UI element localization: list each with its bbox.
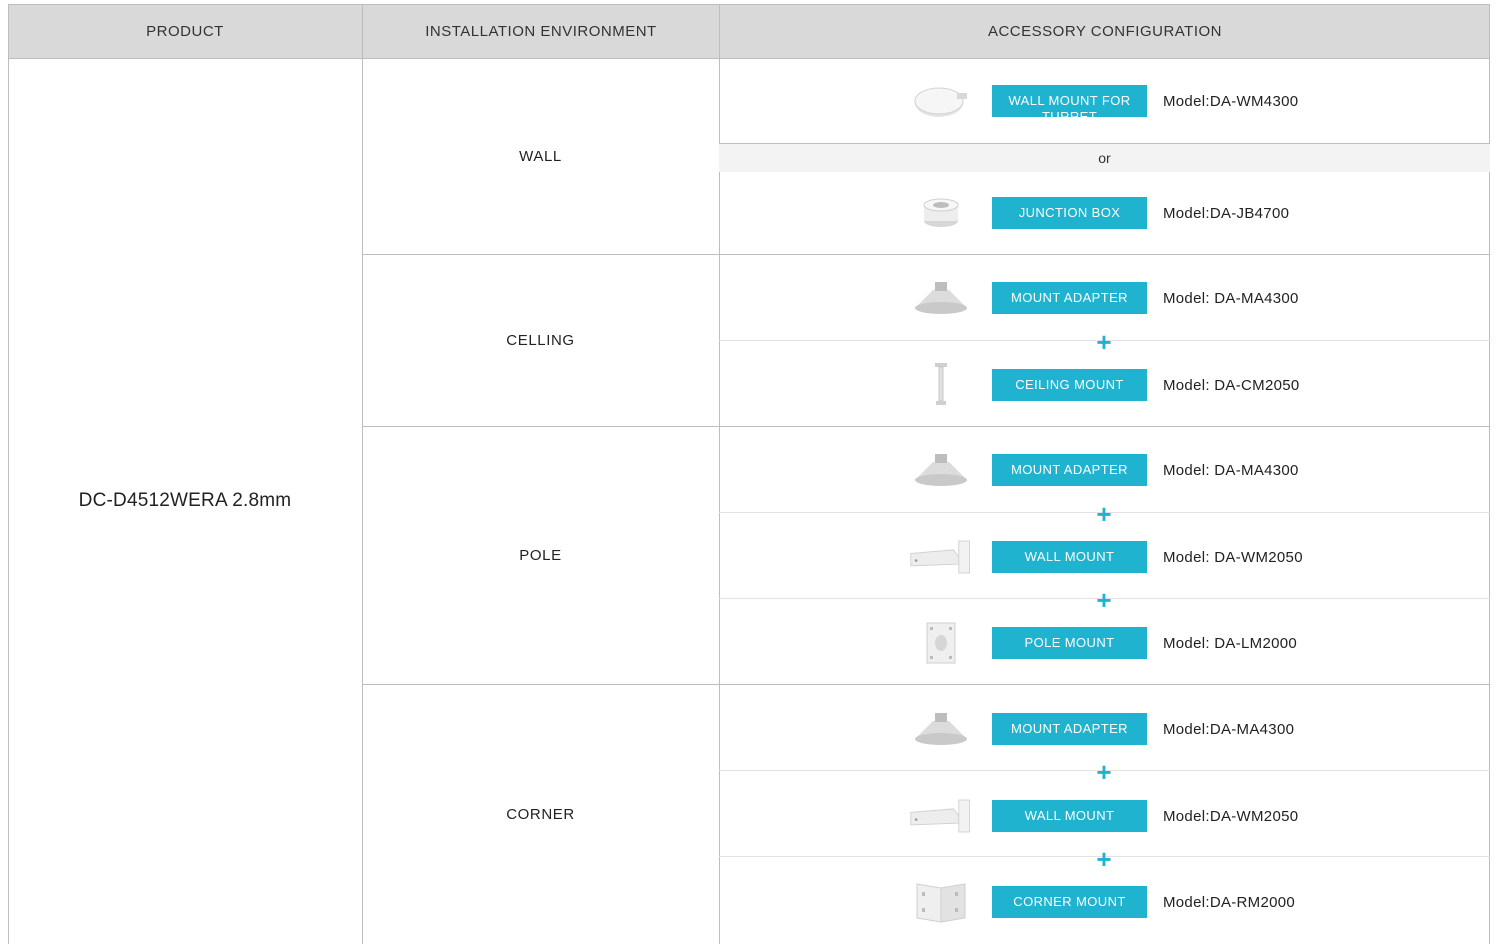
accessory-row: CORNER MOUNT Model:DA-RM2000 [719, 882, 1490, 923]
accessory-row: MOUNT ADAPTER Model:DA-MA4300 [719, 709, 1490, 749]
junction-box-icon [909, 193, 973, 233]
junction-box-button[interactable]: JUNCTION BOX [992, 197, 1147, 229]
ceiling-pole-icon [909, 363, 973, 405]
model-number: Model: DA-LM2000 [1163, 634, 1298, 652]
header-environment: INSTALLATION ENVIRONMENT [363, 4, 719, 58]
wall-bracket-icon [909, 796, 973, 836]
plus-icon: + [1096, 844, 1112, 874]
env-pole: POLE [519, 547, 562, 564]
accessory-row: WALL MOUNT Model: DA-WM2050 [719, 537, 1490, 577]
plus-icon: + [1096, 499, 1112, 529]
wall-bracket-icon [909, 537, 973, 577]
accessory-row: MOUNT ADAPTER Model: DA-MA4300 [719, 450, 1490, 490]
pole-plate-icon [909, 622, 973, 664]
mount-adapter-icon [909, 709, 973, 749]
model-number: Model: DA-WM2050 [1163, 548, 1303, 566]
table-border-top [8, 4, 1490, 5]
mount-adapter-icon [909, 278, 973, 318]
model-number: Model:DA-MA4300 [1163, 720, 1295, 738]
ceiling-mount-button[interactable]: CEILING MOUNT [992, 369, 1147, 401]
accessory-row: POLE MOUNT Model: DA-LM2000 [719, 622, 1490, 664]
model-number: Model: DA-MA4300 [1163, 461, 1299, 479]
wall-mount-button[interactable]: WALL MOUNT [992, 541, 1147, 573]
mount-adapter-button[interactable]: MOUNT ADAPTER [992, 713, 1147, 745]
header-accessory: ACCESSORY CONFIGURATION [720, 4, 1490, 58]
model-number: Model: DA-MA4300 [1163, 289, 1299, 307]
plus-icon: + [1096, 327, 1112, 357]
accessory-row: MOUNT ADAPTER Model: DA-MA4300 [719, 278, 1490, 318]
corner-plate-icon [909, 882, 973, 923]
model-number: Model:DA-RM2000 [1163, 893, 1296, 911]
wall-mount-turret-button[interactable]: WALL MOUNT FOR TURRET [992, 85, 1147, 117]
product-name: DC-D4512WERA 2.8mm [78, 490, 292, 511]
mount-adapter-icon [909, 450, 973, 490]
model-number: Model: DA-CM2050 [1163, 376, 1300, 394]
plus-icon: + [1096, 585, 1112, 615]
accessory-table: PRODUCT INSTALLATION ENVIRONMENT ACCESSO… [8, 4, 1490, 944]
mount-adapter-button[interactable]: MOUNT ADAPTER [992, 454, 1147, 486]
mount-adapter-button[interactable]: MOUNT ADAPTER [992, 282, 1147, 314]
corner-mount-button[interactable]: CORNER MOUNT [992, 886, 1147, 918]
accessory-row: JUNCTION BOX Model:DA-JB4700 [719, 193, 1490, 233]
accessory-row: WALL MOUNT Model:DA-WM2050 [719, 796, 1490, 836]
env-wall: WALL [519, 148, 562, 165]
round-plate-icon [909, 81, 973, 121]
accessory-row: WALL MOUNT FOR TURRET Model:DA-WM4300 [719, 81, 1490, 121]
plus-icon: + [1096, 757, 1112, 787]
or-separator: or [719, 144, 1490, 172]
model-number: Model:DA-WM2050 [1163, 807, 1299, 825]
wall-mount-button[interactable]: WALL MOUNT [992, 800, 1147, 832]
env-ceiling: CELLING [506, 332, 575, 349]
header-product: PRODUCT [8, 4, 362, 58]
pole-mount-button[interactable]: POLE MOUNT [992, 627, 1147, 659]
accessory-row: CEILING MOUNT Model: DA-CM2050 [719, 363, 1490, 405]
model-number: Model:DA-WM4300 [1163, 92, 1299, 110]
env-corner: CORNER [506, 806, 575, 823]
model-number: Model:DA-JB4700 [1163, 204, 1290, 222]
